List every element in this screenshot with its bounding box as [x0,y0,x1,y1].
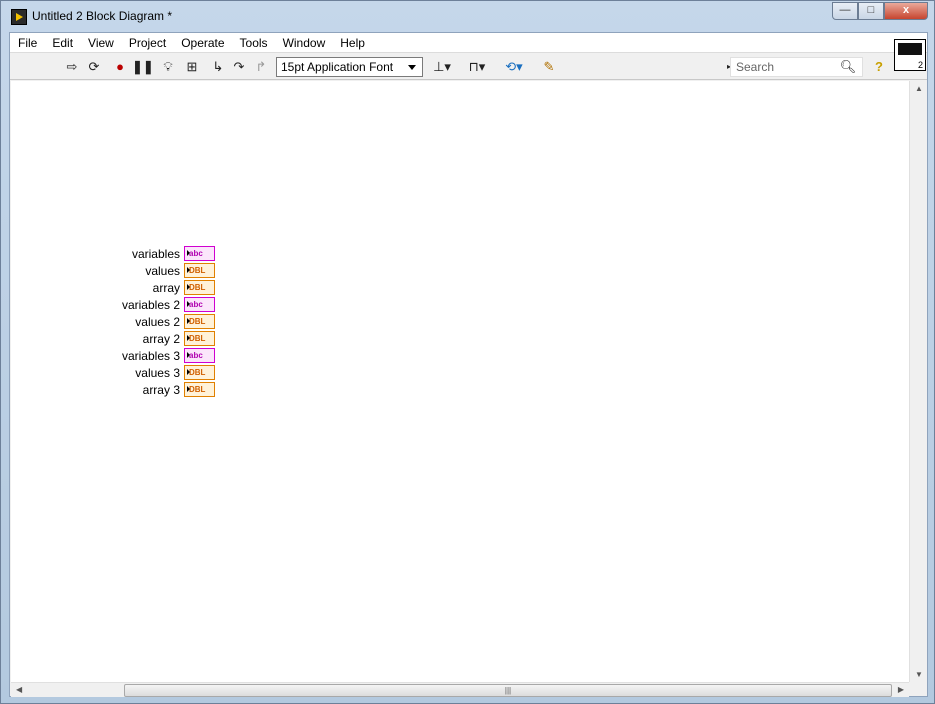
menu-project[interactable]: Project [121,33,173,53]
terminal-row: values DBL [11,262,215,279]
vi-icon-graphic [898,43,922,55]
labview-window: Untitled 2 Block Diagram * — □ x File Ed… [0,0,935,704]
numeric-array-terminal[interactable]: DBL [184,280,215,295]
menu-file[interactable]: File [10,33,44,53]
numeric-terminal[interactable]: DBL [184,314,215,329]
toolbar: ⇨ ⟳ ● ❚❚ 💡︎ ⊞ ↳ ↷ ↱ 15pt Application Fon… [10,54,927,80]
string-terminal[interactable]: abc [184,348,215,363]
numeric-terminal[interactable]: DBL [184,263,215,278]
menu-bar: File Edit View Project Operate Tools Win… [10,33,927,53]
maximize-button[interactable]: □ [858,2,884,20]
menu-operate[interactable]: Operate [173,33,231,53]
terminal-row: variables 3 abc [11,347,215,364]
close-button[interactable]: x [884,2,928,20]
numeric-array-terminal[interactable]: DBL [184,331,215,346]
run-arrow-icon[interactable]: ⇨ [63,58,81,76]
terminal-label: array 2 [142,331,180,346]
search-icon[interactable]: 🔍︎ [839,58,857,76]
terminal-label: variables 3 [121,348,180,363]
scroll-down-icon[interactable]: ▼ [915,670,923,679]
menu-window[interactable]: Window [275,33,333,53]
step-over-icon[interactable]: ↷ [230,58,248,76]
numeric-array-terminal[interactable]: DBL [184,382,215,397]
terminal-label: array [152,280,180,295]
string-terminal[interactable]: abc [184,246,215,261]
chevron-down-icon [408,65,416,70]
title-bar[interactable]: Untitled 2 Block Diagram * — □ x [1,1,935,32]
distribute-objects-icon[interactable]: ⊓▾ [465,58,489,76]
vertical-scrollbar[interactable]: ▲ ▼ [909,81,926,682]
client-area: File Edit View Project Operate Tools Win… [9,32,928,697]
menu-view[interactable]: View [80,33,121,53]
terminal-row: variables 2 abc [11,296,215,313]
pause-icon[interactable]: ❚❚ [132,58,154,76]
horizontal-scroll-thumb[interactable]: ||| [124,684,892,697]
scroll-left-icon[interactable]: ◀ [16,685,22,694]
menu-tools[interactable]: Tools [232,33,275,53]
search-placeholder: Search [736,60,775,74]
abort-icon[interactable]: ● [111,58,129,76]
retain-wire-values-icon[interactable]: ⊞ [183,58,201,76]
terminal-label: values 2 [135,314,180,329]
run-continuous-icon[interactable]: ⟳ [85,58,103,76]
string-terminal[interactable]: abc [184,297,215,312]
font-select-value: 15pt Application Font [281,60,394,74]
terminal-label: variables 2 [121,297,180,312]
step-out-icon[interactable]: ↱ [252,58,270,76]
align-objects-icon[interactable]: ⊥▾ [430,58,454,76]
help-icon[interactable]: ? [870,58,888,76]
terminal-label: values [145,263,180,278]
terminal-row: array 2 DBL [11,330,215,347]
labview-app-icon[interactable] [11,9,27,25]
terminal-row: array DBL [11,279,215,296]
terminal-label: values 3 [135,365,180,380]
window-title: Untitled 2 Block Diagram * [32,9,173,23]
horizontal-scrollbar[interactable]: ◀ ||| ▶ [11,682,909,697]
terminal-label: array 3 [142,382,180,397]
terminal-row: variables abc [11,245,215,262]
vi-icon-number: 2 [917,60,923,70]
scroll-up-icon[interactable]: ▲ [915,84,923,93]
step-into-icon[interactable]: ↳ [209,58,227,76]
reorder-icon[interactable]: ⟲▾ [502,58,526,76]
terminal-row: array 3 DBL [11,381,215,398]
menu-edit[interactable]: Edit [44,33,80,53]
block-diagram-canvas[interactable]: variables abc values DBL array DBL varia… [11,81,909,682]
highlight-execution-icon[interactable]: 💡︎ [159,58,177,76]
menu-help[interactable]: Help [332,33,372,53]
font-select[interactable]: 15pt Application Font [276,57,423,77]
minimize-button[interactable]: — [832,2,858,20]
cleanup-diagram-icon[interactable]: ✎ [540,58,558,76]
numeric-terminal[interactable]: DBL [184,365,215,380]
scroll-right-icon[interactable]: ▶ [898,685,904,694]
vi-icon[interactable]: 2 [894,39,926,71]
terminal-label: variables [131,246,180,261]
terminal-row: values 3 DBL [11,364,215,381]
terminal-row: values 2 DBL [11,313,215,330]
